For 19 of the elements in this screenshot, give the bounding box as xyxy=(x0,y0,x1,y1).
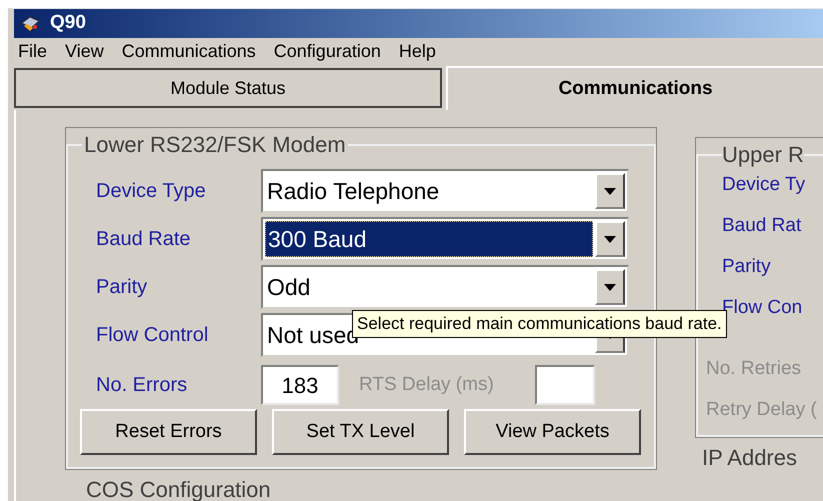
field-label: Device Ty xyxy=(722,175,806,194)
dropdown-value: Odd xyxy=(267,276,310,298)
field-label: Flow Control xyxy=(96,323,210,348)
window-title: Q90 xyxy=(50,11,86,35)
group-title: Lower RS232/FSK Modem xyxy=(83,131,347,159)
field-label: Parity xyxy=(96,275,148,300)
field-label: No. Errors xyxy=(96,373,188,398)
dropdown-value: Radio Telephone xyxy=(267,180,440,202)
dropdown-value: 300 Baud xyxy=(268,228,366,250)
field-label: Baud Rate xyxy=(96,227,192,252)
field-label: Baud Rat xyxy=(722,216,802,235)
tooltip: Select required main communications baud rate. xyxy=(352,310,727,338)
field-label: No. Retries xyxy=(706,359,802,378)
group-title: IP Addres xyxy=(702,447,798,469)
field-label: Parity xyxy=(722,257,772,276)
group-title: Upper R xyxy=(722,141,804,169)
field-label: RTS Delay (ms) xyxy=(359,372,495,397)
field-label: Retry Delay ( xyxy=(706,400,818,419)
field-label: Device Type xyxy=(96,179,207,204)
